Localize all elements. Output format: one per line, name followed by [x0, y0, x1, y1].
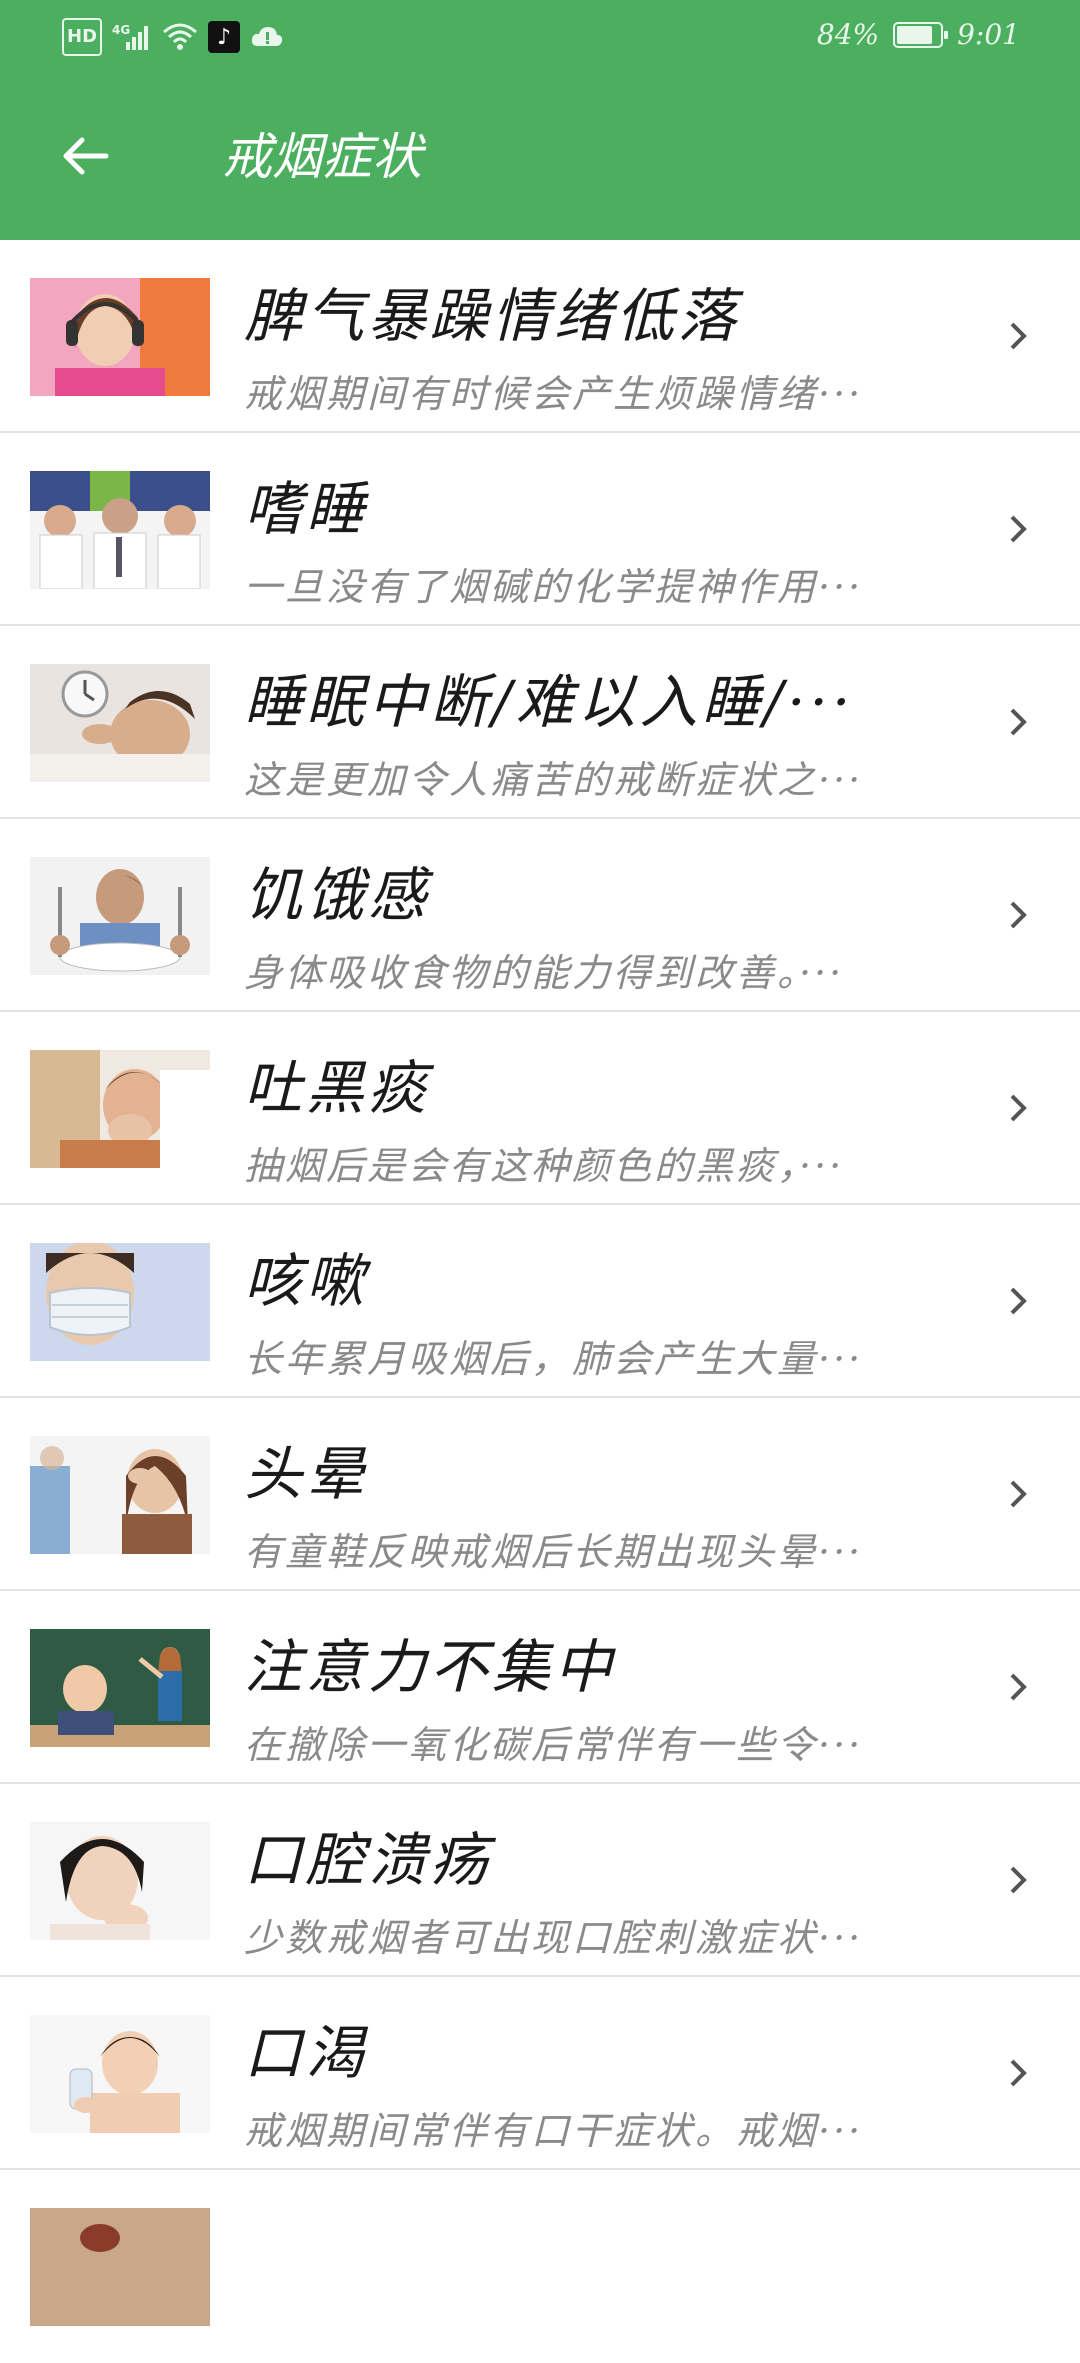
- symptom-thumbnail: [30, 1243, 210, 1361]
- symptom-title: 咳嗽: [244, 1247, 369, 1315]
- list-item[interactable]: 脾气暴躁情绪低落 戒烟期间有时候会产生烦躁情绪···: [0, 240, 1080, 433]
- chevron-right-icon: [1010, 1480, 1027, 1508]
- symptom-description: 有童鞋反映戒烟后长期出现头晕···: [244, 1530, 864, 1574]
- symptom-title: 头晕: [244, 1440, 369, 1508]
- chevron-right-icon: [1010, 322, 1027, 350]
- symptom-title: 嗜睡: [244, 475, 369, 543]
- symptom-description: 身体吸收食物的能力得到改善。···: [244, 951, 845, 995]
- symptom-thumbnail: [30, 1436, 210, 1554]
- back-button[interactable]: [46, 116, 126, 196]
- chevron-right-icon: [1010, 1866, 1027, 1894]
- chevron-right-icon: [1010, 2059, 1027, 2087]
- chevron-right-icon: [1010, 901, 1027, 929]
- list-item[interactable]: 吐黑痰 抽烟后是会有这种颜色的黑痰，···: [0, 1012, 1080, 1205]
- list-item-partial[interactable]: [0, 2170, 1080, 2363]
- symptom-thumbnail: [30, 278, 210, 396]
- tiktok-icon: ♪: [208, 21, 241, 53]
- list-item[interactable]: 睡眠中断/难以入睡/··· 这是更加令人痛苦的戒断症状之···: [0, 626, 1080, 819]
- symptom-thumbnail: [30, 1822, 210, 1940]
- hd-icon: HD: [62, 18, 103, 56]
- symptom-title: 睡眠中断/难以入睡/···: [244, 668, 855, 736]
- symptom-description: 戒烟期间常伴有口干症状。戒烟···: [244, 2109, 864, 2153]
- symptom-thumbnail: [30, 2015, 210, 2133]
- chevron-right-icon: [1010, 1287, 1027, 1315]
- symptom-title: 脾气暴躁情绪低落: [244, 282, 741, 350]
- symptom-thumbnail: [30, 1629, 210, 1747]
- list-item[interactable]: 头晕 有童鞋反映戒烟后长期出现头晕···: [0, 1398, 1080, 1591]
- list-item[interactable]: 饥饿感 身体吸收食物的能力得到改善。···: [0, 819, 1080, 1012]
- symptom-title: 注意力不集中: [244, 1633, 617, 1701]
- symptom-thumbnail: [30, 664, 210, 782]
- status-bar: HD 4G ♪ 84% 9:01: [0, 0, 1080, 72]
- symptom-title: 吐黑痰: [244, 1054, 431, 1122]
- wifi-icon: [162, 20, 198, 54]
- status-left-icons: HD 4G ♪: [62, 18, 284, 56]
- symptom-list: 脾气暴躁情绪低落 戒烟期间有时候会产生烦躁情绪··· 嗜睡 一旦没有了烟碱的化学…: [0, 240, 1080, 2363]
- list-item[interactable]: 咳嗽 长年累月吸烟后，肺会产生大量···: [0, 1205, 1080, 1398]
- symptom-thumbnail: [30, 1050, 210, 1168]
- symptom-thumbnail: [30, 2208, 210, 2326]
- battery-percent: 84%: [816, 18, 880, 51]
- symptom-description: 在撤除一氧化碳后常伴有一些令···: [244, 1723, 864, 1767]
- app-bar: 戒烟症状: [0, 72, 1080, 240]
- chevron-right-icon: [1010, 515, 1027, 543]
- symptom-thumbnail: [30, 471, 210, 589]
- symptom-description: 长年累月吸烟后，肺会产生大量···: [244, 1337, 864, 1381]
- symptom-description: 这是更加令人痛苦的戒断症状之···: [244, 758, 864, 802]
- chevron-right-icon: [1010, 1673, 1027, 1701]
- cloud-alert-icon: [250, 20, 284, 54]
- symptom-description: 一旦没有了烟碱的化学提神作用···: [244, 565, 864, 609]
- symptom-description: 抽烟后是会有这种颜色的黑痰，···: [244, 1144, 845, 1188]
- symptom-title: 饥饿感: [244, 861, 431, 929]
- status-right-icons: 84% 9:01: [817, 18, 1020, 51]
- symptom-title: 口渴: [244, 2019, 369, 2087]
- list-item[interactable]: 注意力不集中 在撤除一氧化碳后常伴有一些令···: [0, 1591, 1080, 1784]
- chevron-right-icon: [1010, 1094, 1027, 1122]
- symptom-description: 少数戒烟者可出现口腔刺激症状···: [244, 1916, 864, 1960]
- battery-icon: [893, 21, 949, 48]
- symptom-title: 口腔溃疡: [244, 1826, 493, 1894]
- battery-level-fill: [897, 25, 933, 44]
- arrow-left-icon: [63, 137, 109, 175]
- clock-time: 9:01: [957, 18, 1020, 51]
- chevron-right-icon: [1010, 708, 1027, 736]
- list-item[interactable]: 嗜睡 一旦没有了烟碱的化学提神作用···: [0, 433, 1080, 626]
- symptom-thumbnail: [30, 857, 210, 975]
- signal-icon: 4G: [112, 20, 152, 54]
- symptom-description: 戒烟期间有时候会产生烦躁情绪···: [244, 372, 864, 416]
- network-type-label: 4G: [112, 23, 130, 37]
- list-item[interactable]: 口腔溃疡 少数戒烟者可出现口腔刺激症状···: [0, 1784, 1080, 1977]
- page-title: 戒烟症状: [222, 128, 422, 186]
- list-item[interactable]: 口渴 戒烟期间常伴有口干症状。戒烟···: [0, 1977, 1080, 2170]
